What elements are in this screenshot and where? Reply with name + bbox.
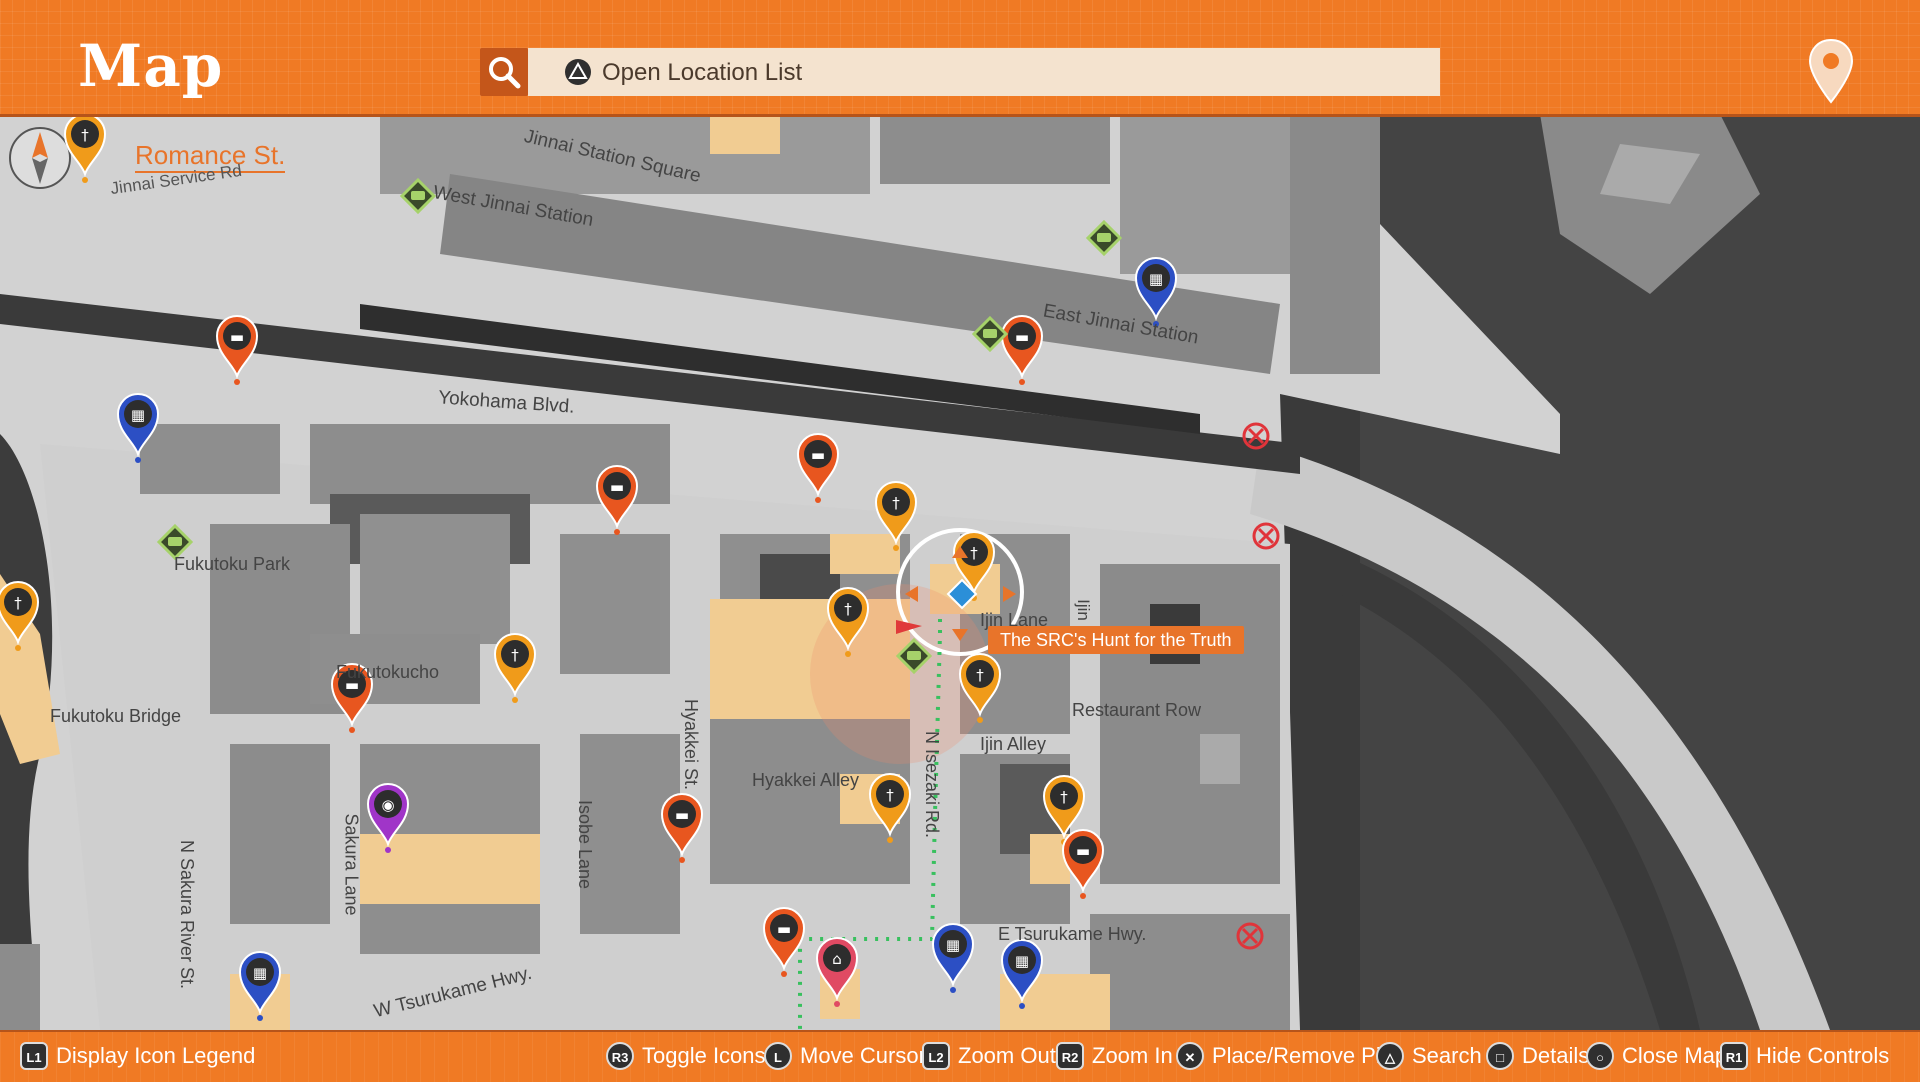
svg-text:†: † <box>970 544 978 562</box>
street-label: N Isezaki Rd. <box>922 730 943 839</box>
svg-text:▬: ▬ <box>1076 842 1090 860</box>
r3-button-icon: R3 <box>606 1042 634 1070</box>
cross-button-icon: ✕ <box>1176 1042 1204 1070</box>
svg-text:†: † <box>511 646 519 664</box>
street-label: Isobe Lane <box>575 799 596 890</box>
circle-button-icon: ○ <box>1586 1042 1614 1070</box>
control-display-icon-legend[interactable]: L1 Display Icon Legend <box>20 1042 255 1070</box>
control-move-cursor[interactable]: L Move Cursor <box>764 1042 926 1070</box>
svg-text:†: † <box>844 600 852 618</box>
control-zoom-out[interactable]: L2 Zoom Out <box>922 1042 1056 1070</box>
map-pin-icon[interactable] <box>1806 36 1856 106</box>
svg-text:†: † <box>886 786 894 804</box>
svg-text:▬: ▬ <box>230 328 244 346</box>
control-search[interactable]: △ Search <box>1376 1042 1482 1070</box>
street-label: Fukutoku Bridge <box>50 706 182 726</box>
svg-text:▬: ▬ <box>811 446 825 464</box>
svg-text:†: † <box>1060 788 1068 806</box>
street-label: Restaurant Row <box>1072 700 1202 720</box>
svg-text:⌂: ⌂ <box>832 950 842 968</box>
map-header: Map Open Location List <box>0 0 1920 117</box>
street-label: Ijin Alley <box>980 734 1047 754</box>
svg-text:▦: ▦ <box>253 964 267 982</box>
street-label: Ijin <box>1073 599 1093 621</box>
street-label: Hyakkei St. <box>681 698 702 791</box>
street-label: Hyakkei Alley <box>752 770 860 790</box>
map-canvas[interactable]: † ▬ ▦ † ▬ † ◉ ▦ ▬ ▬ † † † † † † ▬ ▬ ▬ ⌂ ▦ ▦ ▬ ▦ Romance St. Jin… <box>0 113 1920 1030</box>
svg-text:▦: ▦ <box>131 406 145 424</box>
control-place-remove-pin[interactable]: ✕ Place/Remove Pin <box>1176 1042 1393 1070</box>
control-close-map[interactable]: ○ Close Map <box>1586 1042 1727 1070</box>
svg-text:◉: ◉ <box>381 796 394 814</box>
svg-text:▦: ▦ <box>946 936 960 954</box>
r1-button-icon: R1 <box>1720 1042 1748 1070</box>
r2-button-icon: R2 <box>1056 1042 1084 1070</box>
svg-text:†: † <box>81 126 89 144</box>
controls-footer: L1 Display Icon Legend R3 Toggle Icons L Mo… <box>0 1030 1920 1082</box>
search-input[interactable]: Open Location List <box>528 48 1440 96</box>
control-details[interactable]: □ Details <box>1486 1042 1589 1070</box>
street-label: N Sakura River St. <box>177 839 198 990</box>
map-title: Map <box>78 32 224 100</box>
svg-text:†: † <box>14 594 22 612</box>
street-label: Sakura Lane <box>341 813 362 916</box>
svg-text:▬: ▬ <box>777 920 791 938</box>
svg-text:▬: ▬ <box>1015 328 1029 346</box>
l-stick-icon: L <box>764 1042 792 1070</box>
street-label: Fukutoku Park <box>174 554 291 574</box>
objective-label[interactable]: The SRC's Hunt for the Truth <box>988 626 1244 654</box>
square-button-icon: □ <box>1486 1042 1514 1070</box>
svg-text:▬: ▬ <box>675 806 689 824</box>
control-toggle-icons[interactable]: R3 Toggle Icons <box>606 1042 766 1070</box>
compass-icon <box>9 127 71 189</box>
svg-text:▦: ▦ <box>1149 270 1163 288</box>
svg-text:▬: ▬ <box>610 478 624 496</box>
street-label: Fukutokucho <box>336 662 440 682</box>
triangle-button-icon: △ <box>1376 1042 1404 1070</box>
control-zoom-in[interactable]: R2 Zoom In <box>1056 1042 1173 1070</box>
svg-text:†: † <box>976 666 984 684</box>
control-hide-controls[interactable]: R1 Hide Controls <box>1720 1042 1889 1070</box>
l2-button-icon: L2 <box>922 1042 950 1070</box>
svg-text:†: † <box>892 494 900 512</box>
l1-button-icon: L1 <box>20 1042 48 1070</box>
triangle-button-icon <box>565 59 591 85</box>
svg-text:▦: ▦ <box>1015 952 1029 970</box>
search-icon[interactable] <box>480 48 528 96</box>
street-label: E Tsurukame Hwy. <box>998 924 1147 944</box>
search-placeholder: Open Location List <box>602 59 803 86</box>
